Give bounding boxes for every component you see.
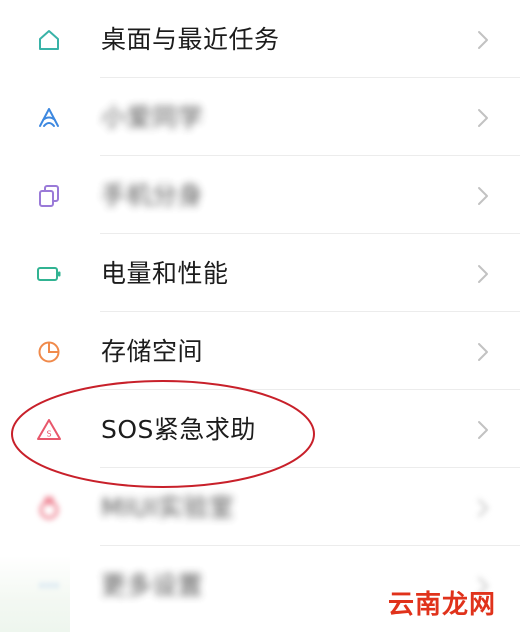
settings-item-label: 存储空间 (101, 337, 204, 366)
battery-icon (37, 267, 61, 281)
settings-item-label: MIUI实验室 (101, 493, 235, 522)
settings-item-label: 桌面与最近任务 (101, 25, 280, 54)
watermark-logo: 云南龙网 (388, 590, 497, 620)
xiaoai-icon (39, 108, 59, 127)
dual-copy-icon (39, 185, 59, 207)
bottom-left-tint (0, 556, 70, 632)
chevron-right-icon (478, 499, 488, 517)
settings-item-miui-lab[interactable]: MIUI实验室 (0, 468, 520, 546)
svg-text:S: S (46, 430, 51, 439)
chevron-right-icon (478, 343, 488, 361)
chevron-right-icon (478, 187, 488, 205)
chevron-right-icon (478, 31, 488, 49)
settings-item-xiaoai[interactable]: 小爱同学 (0, 78, 520, 156)
home-icon (39, 30, 59, 50)
storage-pie-icon (38, 341, 60, 363)
settings-item-label: 手机分身 (101, 181, 204, 210)
settings-item-sos-emergency[interactable]: S SOS紧急求助 (0, 390, 520, 468)
chevron-right-icon (478, 265, 488, 283)
sos-warning-icon: S (37, 419, 61, 440)
chevron-right-icon (478, 109, 488, 127)
settings-item-label: SOS紧急求助 (101, 415, 256, 444)
lab-flask-icon (39, 497, 59, 520)
settings-item-label: 小爱同学 (101, 103, 204, 132)
settings-item-battery-performance[interactable]: 电量和性能 (0, 234, 520, 312)
settings-item-label: 电量和性能 (101, 259, 229, 288)
settings-item-storage[interactable]: 存储空间 (0, 312, 520, 390)
settings-item-desktop-recents[interactable]: 桌面与最近任务 (0, 0, 520, 78)
settings-item-label: 更多设置 (101, 571, 204, 600)
chevron-right-icon (478, 421, 488, 439)
settings-list: 桌面与最近任务 小爱同学 手机分身 电量和性能 存储空间 S SOS紧急求助 M… (0, 0, 520, 632)
settings-item-dual-space[interactable]: 手机分身 (0, 156, 520, 234)
